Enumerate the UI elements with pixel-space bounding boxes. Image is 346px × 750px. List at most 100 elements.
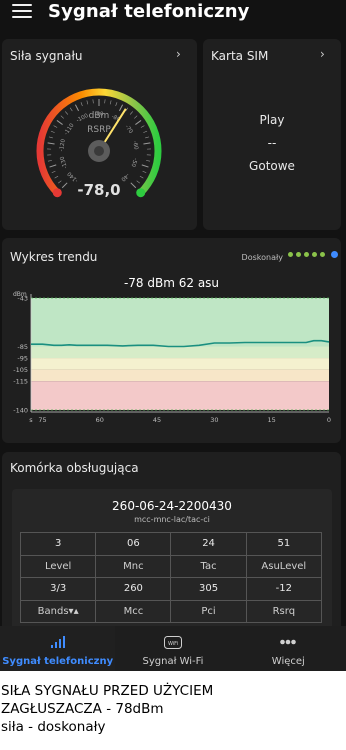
table-row: Bands▾▴ Mcc Pci Rsrq bbox=[19, 599, 323, 623]
bands-sort-toggle[interactable]: Bands▾▴ bbox=[19, 599, 97, 623]
serving-cell-title: Komórka obsługująca bbox=[10, 461, 139, 475]
page-title: Sygnał telefoniczny bbox=[48, 1, 250, 22]
gauge-tick-label: -60 bbox=[131, 140, 138, 150]
y-tick-label: -85 bbox=[17, 343, 28, 351]
table-cell: 3 bbox=[19, 532, 97, 556]
chevron-right-icon[interactable]: › bbox=[320, 47, 325, 61]
quality-band bbox=[31, 346, 329, 359]
table-row: Level Mnc Tac AsuLevel bbox=[19, 554, 323, 578]
gauge-tick bbox=[61, 182, 68, 189]
sim-card-title: Karta SIM bbox=[211, 49, 269, 63]
gauge-tick bbox=[51, 170, 56, 174]
gauge-tick bbox=[134, 115, 138, 119]
table-row: 3/3 260 305 -12 bbox=[19, 577, 323, 601]
gauge-tick bbox=[53, 125, 58, 128]
trend-chart-card: Wykres trendu Doskonały -78 dBm 62 asu d… bbox=[2, 238, 341, 443]
gauge-tick bbox=[146, 160, 151, 162]
table-row: 3 06 24 51 bbox=[19, 532, 323, 556]
x-tick-label: 60 bbox=[96, 416, 104, 424]
wifi-icon: WiFi bbox=[163, 636, 182, 649]
gauge-tick bbox=[145, 136, 150, 139]
quality-dot bbox=[288, 252, 293, 257]
y-tick-label: -43 bbox=[17, 295, 28, 303]
gauge-arc-end-cap bbox=[136, 188, 146, 198]
gauge-tick bbox=[139, 175, 144, 179]
x-tick-label: 45 bbox=[153, 416, 161, 424]
sim-status: Gotowe bbox=[249, 159, 295, 173]
gauge-arc-start-cap bbox=[52, 188, 62, 198]
quality-dot bbox=[296, 252, 301, 257]
table-cell: 3/3 bbox=[19, 577, 97, 601]
gauge-tick-label: -50 bbox=[129, 157, 138, 168]
info-icon[interactable] bbox=[331, 251, 338, 258]
svg-text:WiFi: WiFi bbox=[168, 641, 178, 647]
caption-text: SIŁA SYGNAŁU PRZED UŻYCIEM ZAGŁUSZACZA -… bbox=[1, 682, 346, 736]
gauge-tick bbox=[80, 102, 83, 107]
quality-dot bbox=[312, 252, 317, 257]
table-cell: Rsrq bbox=[245, 599, 323, 623]
gauge-tick bbox=[60, 115, 64, 119]
signal-gauge: -140-130-120-110-100 -90 -80-70-60-50-40 d… bbox=[36, 88, 162, 199]
gauge-tick bbox=[143, 142, 151, 145]
signal-bars-icon bbox=[50, 636, 65, 648]
table-cell: Pci bbox=[170, 599, 247, 623]
gauge-tick bbox=[118, 104, 124, 112]
gauge-tick-label: -70 bbox=[123, 124, 133, 135]
gauge-tick bbox=[86, 100, 89, 105]
gauge-tick bbox=[130, 182, 137, 189]
nav-tab-more[interactable]: Więcej bbox=[231, 626, 346, 671]
trend-chart: dBm-43-85-95-105-115-14075 60 45 30 15 0s bbox=[13, 291, 331, 424]
gauge-tick bbox=[57, 180, 62, 184]
bottom-navigation: Sygnał telefoniczny WiFi Sygnał Wi-Fi Wi… bbox=[0, 626, 346, 671]
gauge-tick-label: -100 bbox=[76, 113, 90, 124]
x-axis-unit: s bbox=[29, 416, 33, 424]
quality-dots bbox=[288, 252, 325, 257]
table-cell: 305 bbox=[170, 577, 247, 601]
gauge-tick bbox=[109, 100, 112, 105]
table-cell: -12 bbox=[245, 577, 323, 601]
table-cell: Mnc bbox=[95, 554, 172, 578]
gauge-unit: dBm bbox=[89, 111, 110, 121]
table-cell: Level bbox=[19, 554, 97, 578]
quality-band bbox=[31, 358, 329, 370]
quality-dot bbox=[320, 252, 325, 257]
x-tick-label: 0 bbox=[327, 416, 331, 424]
gauge-tick-label: -130 bbox=[59, 155, 69, 169]
app-screen: Sygnał telefoniczny Siła sygnału › -140-… bbox=[0, 0, 346, 671]
gauge-tick-label: -40 bbox=[119, 172, 130, 183]
x-tick-label: 75 bbox=[38, 416, 46, 424]
table-cell: 24 bbox=[170, 532, 247, 556]
top-app-bar: Sygnał telefoniczny bbox=[0, 0, 346, 32]
sim-card-card[interactable]: Karta SIM › Play -- Gotowe bbox=[203, 39, 341, 230]
gauge-tick bbox=[65, 111, 69, 115]
table-cell: Mcc bbox=[95, 599, 172, 623]
gauge-tick bbox=[115, 102, 118, 107]
nav-tab-phone-signal[interactable]: Sygnał telefoniczny bbox=[0, 626, 116, 671]
x-tick-label: 30 bbox=[210, 416, 218, 424]
nav-label: Więcej bbox=[271, 656, 305, 667]
gauge-tick bbox=[49, 164, 57, 168]
quality-legend-label: Doskonały bbox=[241, 253, 283, 262]
sim-operator: Play bbox=[259, 113, 285, 127]
hamburger-menu-icon[interactable] bbox=[12, 4, 32, 20]
table-cell: 260 bbox=[95, 577, 172, 601]
gauge-tick bbox=[50, 130, 55, 133]
gauge-metric: RSRP bbox=[87, 125, 111, 135]
gauge-tick bbox=[47, 142, 55, 145]
y-tick-label: -115 bbox=[13, 378, 28, 386]
y-tick-label: -95 bbox=[17, 355, 28, 363]
gauge-tick bbox=[141, 164, 149, 168]
cell-params-table: 3 06 24 51 Level Mnc Tac AsuLevel 3/3 26… bbox=[19, 532, 323, 623]
quality-band bbox=[31, 381, 329, 410]
nav-tab-wifi-signal[interactable]: WiFi Sygnał Wi-Fi bbox=[115, 626, 230, 671]
signal-strength-card[interactable]: Siła sygnału › -140 -130 -120 -110 -100 -90 -8… bbox=[2, 39, 197, 230]
sim-dash: -- bbox=[267, 136, 277, 150]
caption-line: ZAGŁUSZACZA - 78dBm bbox=[1, 701, 164, 717]
cell-id: 260-06-24-2200430 bbox=[112, 499, 232, 513]
gauge-tick bbox=[56, 120, 63, 125]
gauge-tick bbox=[47, 160, 52, 162]
more-dots-icon bbox=[280, 639, 297, 645]
caption-line: SIŁA SYGNAŁU PRZED UŻYCIEM bbox=[1, 683, 214, 699]
x-tick-label: 15 bbox=[268, 416, 276, 424]
y-tick-label: -140 bbox=[13, 407, 28, 415]
